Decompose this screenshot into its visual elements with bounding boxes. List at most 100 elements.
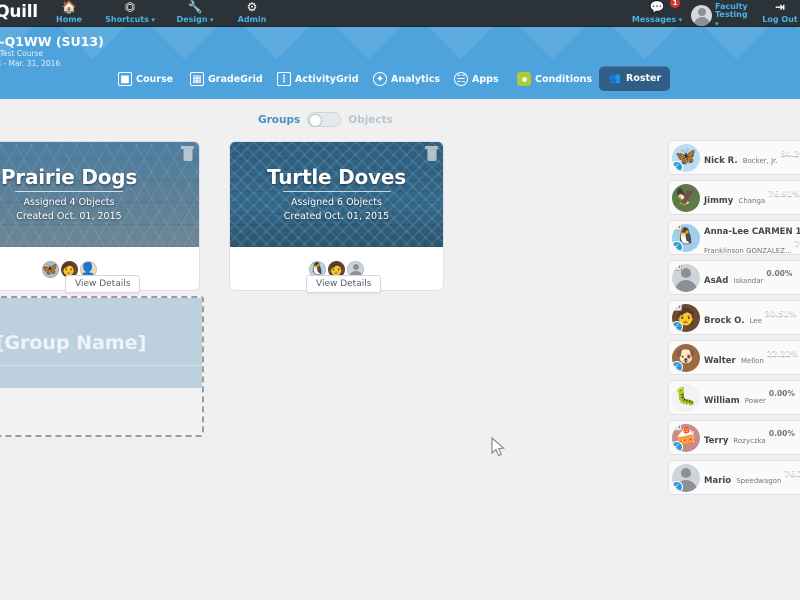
mouse-cursor: [491, 437, 506, 457]
topnav-item-admin[interactable]: ⚙ Admin: [228, 1, 276, 24]
toggle-label-groups: Groups: [258, 113, 301, 126]
avatar[interactable]: 🦋 ✓: [672, 143, 700, 172]
topnav-label-messages: Messages: [631, 15, 677, 24]
student-first-name: Brock O.: [704, 316, 745, 326]
toggle-knob: [309, 113, 323, 127]
verified-badge: ✓: [672, 160, 683, 172]
new-group-placeholder-card[interactable]: [Group Name]: [0, 296, 204, 437]
verified-badge: ✓: [672, 360, 683, 372]
roster-row[interactable]: 🐛 William Power 0.00%: [668, 380, 800, 415]
tag-icon: [672, 303, 682, 311]
topnav-label-logout: Log Out: [762, 15, 798, 24]
nav-label-activitygrid: ActivityGrid: [295, 73, 359, 85]
groups-objects-toggle[interactable]: Groups Objects: [258, 112, 393, 127]
group-card-header: Turtle Doves Assigned 6 Objects Created …: [230, 142, 443, 247]
nav-label-conditions: Conditions: [535, 73, 593, 85]
topnav-item-home[interactable]: 🏠 Home: [48, 1, 90, 24]
student-first-name: AsAd: [704, 276, 729, 286]
group-created-date: Created Oct. 01, 2015: [16, 211, 122, 222]
roster-row[interactable]: 🦋 ✓ Nick R. Bocker, Jr. 84.21%: [668, 140, 800, 175]
activity-icon: ⋮: [277, 72, 291, 86]
title-divider: [15, 191, 123, 193]
student-first-name: Mario: [704, 476, 732, 486]
group-name: Prairie Dogs: [0, 165, 138, 190]
verified-badge: ✓: [672, 440, 683, 452]
student-first-name: Terry: [704, 436, 729, 446]
app-logo[interactable]: eQuill: [0, 2, 38, 22]
logout-icon: ⇥: [774, 0, 786, 14]
roster-row[interactable]: 🍰 ✓ Terry Rozyczka 0.00%: [668, 420, 800, 455]
analytics-icon: ✦: [373, 72, 387, 86]
trash-icon[interactable]: [425, 146, 438, 161]
chevron-down-icon: ▾: [207, 16, 214, 24]
conditions-icon: [517, 72, 531, 86]
nav-label-course: Course: [136, 73, 174, 85]
topnav-item-shortcuts[interactable]: ⏣ Shortcuts ▾: [98, 1, 162, 24]
group-created-date: Created Oct. 01, 2015: [283, 211, 390, 222]
placeholder-group-name: [Group Name]: [0, 298, 202, 388]
student-last-name: Lee: [749, 317, 762, 325]
chevron-down-icon: ▾: [676, 16, 683, 24]
group-card-prairie-dogs[interactable]: Prairie Dogs Assigned 4 Objects Created …: [0, 141, 200, 291]
topnav-label-shortcuts: Shortcuts: [105, 15, 149, 24]
topnav-item-design[interactable]: 🔧 Design ▾: [168, 1, 222, 24]
student-first-name: Jimmy: [704, 196, 734, 206]
avatar[interactable]: 🐛: [672, 383, 700, 412]
course-code: 00-Q1WW (SU13): [0, 34, 104, 49]
group-assigned-count: Assigned 4 Objects: [23, 197, 115, 209]
title-divider: [282, 191, 391, 193]
tag-icon: [672, 423, 682, 431]
toggle-switch[interactable]: [307, 112, 342, 127]
avatar[interactable]: 🧑 ✓: [672, 303, 700, 332]
roster-sidebar: 🦋 ✓ Nick R. Bocker, Jr. 84.21% 🦅 Jimmy C…: [668, 140, 800, 500]
nav-tab-analytics[interactable]: ✦ Analytics: [373, 68, 440, 90]
nav-tab-course[interactable]: ■ Course: [118, 68, 173, 90]
nav-tab-roster[interactable]: 👥 Roster: [599, 66, 671, 91]
trash-icon[interactable]: [181, 146, 194, 161]
member-avatar[interactable]: 🦋: [41, 261, 59, 278]
roster-row[interactable]: ✓ Mario Speedwagon 76.25%: [668, 460, 800, 495]
nav-tab-activitygrid[interactable]: ⋮ ActivityGrid: [277, 68, 359, 90]
avatar[interactable]: 🦅: [672, 183, 700, 212]
topnav-item-messages[interactable]: 💬 1 Messages ▾: [628, 0, 686, 24]
roster-row[interactable]: 🧑 ✓ Brock O. Lee 30.51%: [668, 300, 800, 335]
gears-icon: ⚙: [246, 0, 258, 14]
nav-tab-conditions[interactable]: Conditions: [517, 68, 592, 90]
student-last-name: Power: [744, 397, 766, 405]
student-last-name: Speedwagon: [736, 477, 782, 485]
student-last-name: Bocker, Jr.: [742, 157, 778, 165]
student-last-name: Changa: [738, 197, 766, 205]
student-last-name: Franklinson GONZALEZ...: [704, 246, 792, 255]
avatar[interactable]: 🐧 ✓: [672, 223, 700, 252]
roster-row[interactable]: 🐧 ✓ Anna-Lee CARMEN 1... Franklinson GON…: [668, 220, 800, 255]
view-details-button-prairie-dogs[interactable]: View Details: [65, 275, 141, 293]
topnav-item-logout[interactable]: ⇥ Log Out: [760, 1, 800, 24]
roster-row[interactable]: 🐶 ✓ Walter Mellon 22.22%: [668, 340, 800, 375]
grid-icon: ▦: [190, 72, 204, 86]
toggle-label-objects: Objects: [348, 113, 393, 126]
avatar[interactable]: [672, 263, 700, 292]
verified-badge: ✓: [672, 240, 683, 252]
chevron-down-icon: ▾: [148, 16, 155, 24]
verified-badge: ✓: [672, 480, 683, 492]
nav-tab-apps[interactable]: ☵ Apps: [454, 68, 499, 90]
roster-row[interactable]: 🦅 Jimmy Changa 76.91%: [668, 180, 800, 215]
group-name: Turtle Doves: [267, 165, 406, 190]
avatar[interactable]: 🍰 ✓: [672, 423, 700, 452]
nav-tab-gradegrid[interactable]: ▦ GradeGrid: [190, 68, 263, 90]
group-card-turtle-doves[interactable]: Turtle Doves Assigned 6 Objects Created …: [229, 141, 444, 291]
student-last-name: Iskandar: [733, 277, 764, 285]
wrench-icon: 🔧: [187, 0, 203, 14]
group-card-header: Prairie Dogs Assigned 4 Objects Created …: [0, 142, 199, 247]
shortcuts-icon: ⏣: [124, 0, 136, 14]
view-details-button-turtle-doves[interactable]: View Details: [306, 275, 382, 293]
topnav-label-home: Home: [56, 15, 82, 24]
tag-icon: [672, 223, 682, 231]
student-first-name: Nick R.: [704, 156, 738, 166]
roster-row[interactable]: AsAd Iskandar 0.00%: [668, 260, 800, 295]
course-icon: ■: [118, 72, 132, 86]
student-last-name: Rozyczka: [733, 437, 766, 445]
avatar[interactable]: 🐶 ✓: [672, 343, 700, 372]
tag-icon: [672, 263, 682, 271]
avatar[interactable]: ✓: [672, 463, 700, 492]
